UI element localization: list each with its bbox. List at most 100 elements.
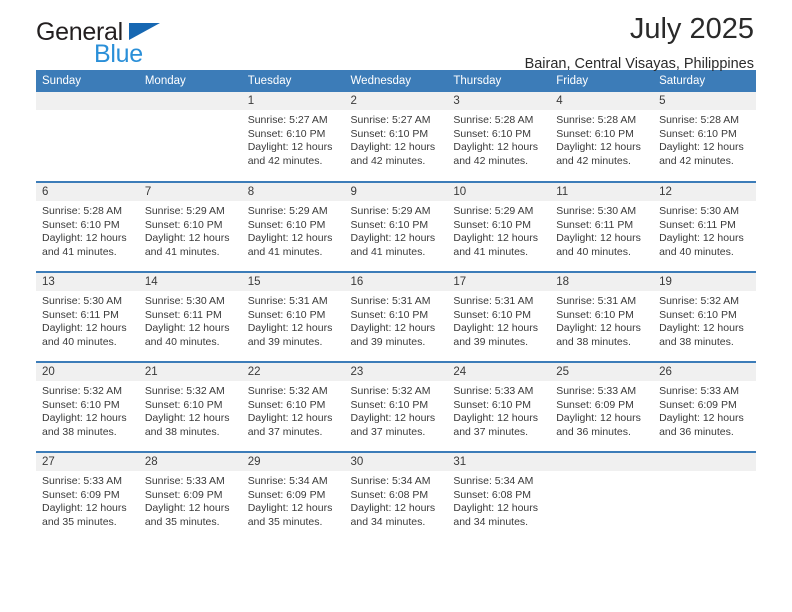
day-details: Sunrise: 5:33 AM Sunset: 6:09 PM Daylight:… — [653, 381, 756, 439]
sunrise-time: Sunrise: 5:33 AM — [42, 475, 122, 487]
calendar-week-row: 13 Sunrise: 5:30 AM Sunset: 6:11 PM Dayligh… — [36, 271, 756, 362]
day-number — [653, 453, 756, 471]
calendar-day-cell: 17 Sunrise: 5:31 AM Sunset: 6:10 PM Dayligh… — [447, 271, 551, 362]
sunrise-time: Sunrise: 5:33 AM — [453, 385, 534, 397]
day-details: Sunrise: 5:32 AM Sunset: 6:10 PM Daylight:… — [36, 381, 139, 439]
sunrise-time: Sunrise: 5:30 AM — [144, 295, 225, 307]
daylight-duration-line1: Daylight: 12 hours — [144, 322, 230, 335]
sunset-time: Sunset: 6:10 PM — [144, 398, 223, 411]
day-details: Sunrise: 5:30 AM Sunset: 6:11 PM Daylight:… — [36, 291, 139, 349]
calendar-day-cell: 11 Sunrise: 5:30 AM Sunset: 6:11 PM Dayligh… — [550, 181, 654, 272]
day-number: 12 — [653, 183, 756, 201]
daylight-duration-line1: Daylight: 12 hours — [144, 502, 230, 515]
weekday-header-thursday: Thursday — [447, 70, 551, 92]
daylight-duration-line2: and 38 minutes. — [42, 425, 117, 438]
sunset-time: Sunset: 6:10 PM — [42, 218, 120, 231]
calendar-day-cell: 13 Sunrise: 5:30 AM Sunset: 6:11 PM Dayligh… — [36, 271, 139, 362]
calendar-day-cell: 23 Sunrise: 5:32 AM Sunset: 6:10 PM Dayligh… — [344, 361, 448, 452]
sunrise-time: Sunrise: 5:32 AM — [247, 385, 328, 397]
calendar-day-cell: 12 Sunrise: 5:30 AM Sunset: 6:11 PM Dayligh… — [653, 181, 756, 272]
day-number: 20 — [36, 363, 139, 381]
day-number: 28 — [138, 453, 242, 471]
day-number: 30 — [344, 453, 448, 471]
sunrise-time: Sunrise: 5:28 AM — [659, 114, 740, 126]
day-details: Sunrise: 5:27 AM Sunset: 6:10 PM Daylight:… — [242, 110, 345, 168]
daylight-duration-line2: and 38 minutes. — [659, 335, 734, 348]
daylight-duration-line1: Daylight: 12 hours — [42, 232, 127, 245]
daylight-duration-line1: Daylight: 12 hours — [350, 232, 436, 245]
day-number: 8 — [241, 183, 345, 201]
sunrise-time: Sunrise: 5:31 AM — [453, 295, 534, 307]
day-number: 10 — [447, 183, 551, 201]
daylight-duration-line1: Daylight: 12 hours — [659, 412, 744, 425]
calendar-day-cell-empty — [550, 451, 654, 542]
logo-triangle-icon — [129, 23, 160, 40]
day-details: Sunrise: 5:30 AM Sunset: 6:11 PM Daylight:… — [653, 201, 756, 259]
daylight-duration-line1: Daylight: 12 hours — [144, 412, 230, 425]
sunrise-time: Sunrise: 5:28 AM — [42, 205, 122, 217]
weekday-header-tuesday: Tuesday — [241, 70, 345, 92]
day-details: Sunrise: 5:27 AM Sunset: 6:10 PM Daylight:… — [345, 110, 448, 168]
sunrise-time: Sunrise: 5:27 AM — [350, 114, 431, 126]
day-details: Sunrise: 5:34 AM Sunset: 6:08 PM Daylight:… — [447, 471, 550, 529]
daylight-duration-line2: and 37 minutes. — [350, 425, 426, 438]
day-number — [550, 453, 654, 471]
sunrise-time: Sunrise: 5:29 AM — [144, 205, 225, 217]
day-number: 6 — [36, 183, 139, 201]
sunrise-time: Sunrise: 5:34 AM — [453, 475, 534, 487]
daylight-duration-line2: and 39 minutes. — [453, 335, 529, 348]
day-number: 25 — [550, 363, 654, 381]
weekday-header-row: Sunday Monday Tuesday Wednesday Thursday… — [36, 70, 756, 92]
day-number: 27 — [36, 453, 139, 471]
sunrise-time: Sunrise: 5:31 AM — [556, 295, 637, 307]
day-number: 13 — [36, 273, 139, 291]
sunrise-time: Sunrise: 5:34 AM — [350, 475, 431, 487]
day-number: 4 — [550, 92, 654, 110]
day-details: Sunrise: 5:29 AM Sunset: 6:10 PM Daylight:… — [345, 201, 448, 259]
sunrise-time: Sunrise: 5:33 AM — [144, 475, 225, 487]
daylight-duration-line2: and 41 minutes. — [42, 245, 117, 258]
day-number: 7 — [138, 183, 242, 201]
daylight-duration-line1: Daylight: 12 hours — [42, 412, 127, 425]
sunrise-time: Sunrise: 5:29 AM — [247, 205, 328, 217]
daylight-duration-line2: and 35 minutes. — [247, 515, 323, 528]
sunset-time: Sunset: 6:10 PM — [350, 398, 429, 411]
sunset-time: Sunset: 6:10 PM — [42, 398, 120, 411]
daylight-duration-line2: and 41 minutes. — [350, 245, 426, 258]
sunset-time: Sunset: 6:09 PM — [247, 488, 326, 501]
daylight-duration-line1: Daylight: 12 hours — [453, 412, 539, 425]
day-number: 24 — [447, 363, 551, 381]
daylight-duration-line1: Daylight: 12 hours — [42, 502, 127, 515]
calendar-week-row: 27 Sunrise: 5:33 AM Sunset: 6:09 PM Dayligh… — [36, 451, 756, 542]
logo-text-blue: Blue — [94, 40, 143, 68]
sunset-time: Sunset: 6:10 PM — [144, 218, 223, 231]
day-number: 3 — [447, 92, 551, 110]
sunrise-time: Sunrise: 5:29 AM — [350, 205, 431, 217]
calendar-day-cell: 2 Sunrise: 5:27 AM Sunset: 6:10 PM Daylight… — [344, 92, 448, 182]
calendar-day-cell: 10 Sunrise: 5:29 AM Sunset: 6:10 PM Dayligh… — [447, 181, 551, 272]
daylight-duration-line2: and 34 minutes. — [453, 515, 529, 528]
day-details: Sunrise: 5:28 AM Sunset: 6:10 PM Daylight:… — [653, 110, 756, 168]
day-number: 29 — [241, 453, 345, 471]
day-details: Sunrise: 5:28 AM Sunset: 6:10 PM Daylight:… — [550, 110, 653, 168]
day-details: Sunrise: 5:32 AM Sunset: 6:10 PM Daylight:… — [139, 381, 242, 439]
calendar-day-cell: 1 Sunrise: 5:27 AM Sunset: 6:10 PM Daylight… — [241, 92, 345, 182]
daylight-duration-line1: Daylight: 12 hours — [350, 502, 436, 515]
daylight-duration-line2: and 42 minutes. — [247, 154, 323, 167]
day-details: Sunrise: 5:28 AM Sunset: 6:10 PM Daylight:… — [36, 201, 139, 259]
weekday-header-wednesday: Wednesday — [344, 70, 448, 92]
daylight-duration-line1: Daylight: 12 hours — [556, 232, 641, 245]
day-details: Sunrise: 5:30 AM Sunset: 6:11 PM Daylight:… — [139, 291, 242, 349]
calendar-day-cell: 16 Sunrise: 5:31 AM Sunset: 6:10 PM Dayligh… — [344, 271, 448, 362]
calendar-day-cell: 6 Sunrise: 5:28 AM Sunset: 6:10 PM Daylight… — [36, 181, 139, 272]
daylight-duration-line1: Daylight: 12 hours — [247, 232, 333, 245]
daylight-duration-line1: Daylight: 12 hours — [247, 412, 333, 425]
daylight-duration-line2: and 41 minutes. — [453, 245, 529, 258]
sunrise-time: Sunrise: 5:32 AM — [350, 385, 431, 397]
sunset-time: Sunset: 6:10 PM — [556, 308, 634, 321]
calendar-day-cell-empty — [138, 92, 242, 182]
sunset-time: Sunset: 6:11 PM — [42, 308, 119, 321]
day-number: 26 — [653, 363, 756, 381]
daylight-duration-line1: Daylight: 12 hours — [556, 141, 641, 154]
calendar-week-row: 6 Sunrise: 5:28 AM Sunset: 6:10 PM Daylight… — [36, 181, 756, 272]
